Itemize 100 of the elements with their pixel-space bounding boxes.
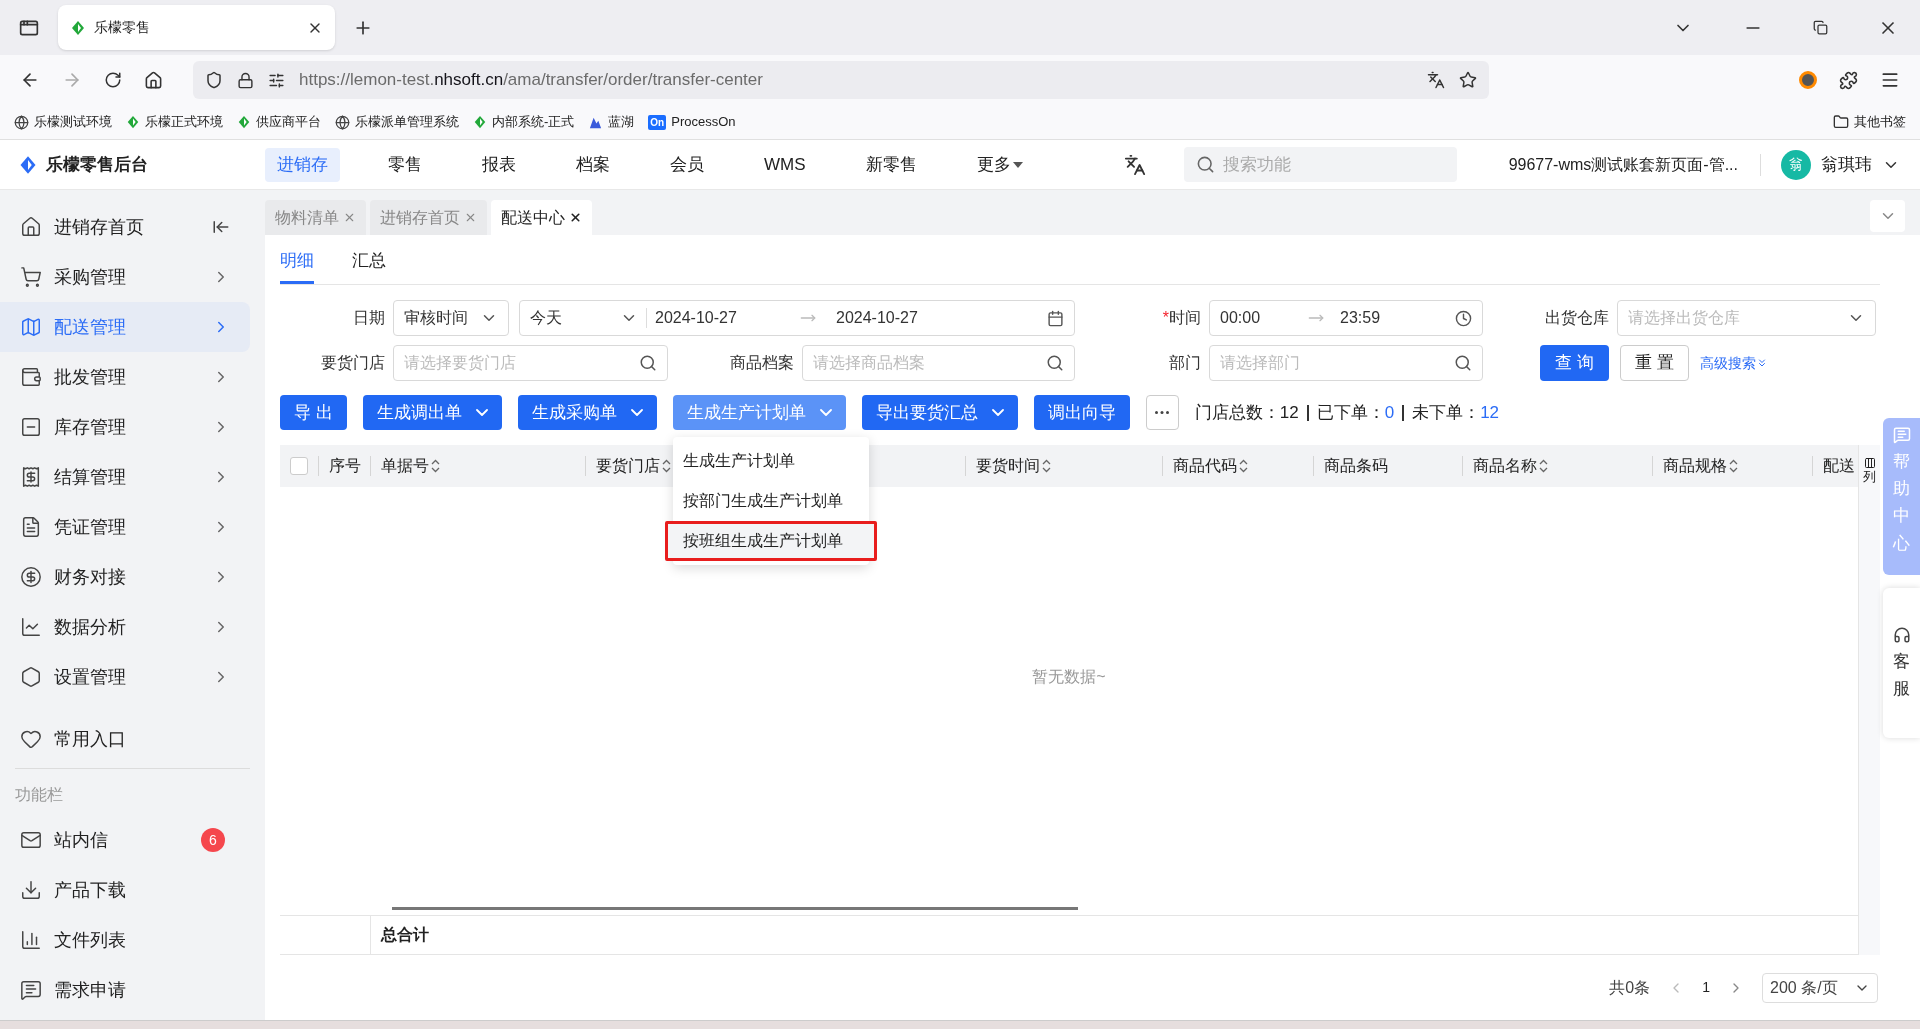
column-header[interactable]: 商品名称	[1473, 456, 1548, 476]
sidebar-item[interactable]: 产品下载	[0, 865, 250, 915]
sidebar-item[interactable]: 凭证管理	[0, 502, 250, 552]
column-header[interactable]: 序号	[329, 456, 361, 476]
restore-icon[interactable]	[1813, 20, 1828, 35]
total-count: 共0条	[1609, 977, 1651, 998]
column-settings-button[interactable]: 列	[1863, 457, 1876, 484]
sidebar-item[interactable]: 批发管理	[0, 352, 250, 402]
translate-icon[interactable]	[1427, 71, 1445, 89]
menu-icon[interactable]	[1880, 70, 1900, 90]
menu-item[interactable]: 按班组生成生产计划单	[664, 521, 877, 561]
column-header[interactable]: 商品条码	[1324, 456, 1388, 476]
bookmark-link[interactable]: 乐檬测试环境	[14, 112, 112, 132]
line-chart-icon	[20, 616, 42, 638]
document-icon	[20, 516, 42, 538]
user-avatar: 翁	[1781, 149, 1811, 180]
nav-tab[interactable]: 会员	[658, 147, 716, 182]
home-icon	[20, 216, 42, 238]
time-range-field[interactable]: 00:00 23:59	[1209, 300, 1483, 336]
field-label: 时间	[1169, 308, 1201, 328]
profile-icon[interactable]	[1799, 71, 1817, 89]
site-favicon-icon	[70, 19, 86, 36]
reset-button[interactable]: 重 置	[1620, 345, 1689, 381]
bookmark-link[interactable]: 内部系统-正式	[473, 112, 575, 132]
column-header[interactable]: 单据号	[381, 456, 440, 476]
nav-tab[interactable]: 更多	[964, 147, 1035, 182]
sidebar-item[interactable]: 库存管理	[0, 402, 250, 452]
close-icon[interactable]	[569, 211, 582, 224]
bookmark-link[interactable]: 乐檬正式环境	[126, 112, 223, 132]
date-type-select[interactable]: 审核时间	[393, 300, 509, 336]
calendar-icon	[1047, 309, 1064, 327]
sidebar-item[interactable]: 数据分析	[0, 602, 250, 652]
bookmark-star-icon[interactable]	[1459, 71, 1477, 89]
sidebar-item[interactable]: 常用入口	[0, 714, 265, 764]
column-header[interactable]: 商品规格	[1663, 456, 1738, 476]
translate-icon[interactable]	[1123, 153, 1146, 176]
extensions-icon[interactable]	[1839, 70, 1858, 90]
other-bookmarks-link[interactable]: 其他书签	[1833, 112, 1906, 132]
sidebar-item[interactable]: 设置管理	[0, 652, 250, 702]
sidebar-item[interactable]: 站内信 6	[0, 815, 250, 865]
mail-icon	[20, 829, 42, 851]
page-tab[interactable]: 配送中心	[491, 200, 592, 235]
bookmark-link[interactable]: 乐檬派单管理系统	[335, 112, 459, 132]
sidebar-item[interactable]: 结算管理	[0, 452, 250, 502]
nav-tab[interactable]: 新零售	[853, 147, 929, 182]
sidebar-item[interactable]: 进销存首页	[0, 202, 250, 252]
toolbar-button[interactable]: 生成采购单	[517, 395, 657, 430]
toolbar-button[interactable]: 调出向导	[1033, 395, 1130, 430]
nav-tab[interactable]: 报表	[470, 147, 528, 182]
sidebar-item[interactable]: 需求申请	[0, 965, 250, 1015]
permissions-icon[interactable]	[268, 71, 285, 89]
folder-icon	[1833, 114, 1849, 130]
hexagon-icon	[20, 666, 42, 688]
bookmark-link[interactable]: 供应商平台	[237, 112, 321, 132]
bookmark-link[interactable]: 蓝湖	[588, 112, 635, 132]
field-label: 部门	[1169, 353, 1201, 373]
address-bar[interactable]: https://lemon-test.nhsoft.cn/ama/transfer/order/transfer-center	[193, 61, 1489, 99]
menu-item[interactable]: 生成生产计划单	[672, 441, 869, 481]
advanced-search-link[interactable]: 高级搜索	[1700, 352, 1768, 374]
menu-item[interactable]: 按部门生成生产计划单	[672, 481, 869, 521]
date-range-field[interactable]: 今天 2024-10-27 2024-10-27	[519, 300, 1075, 336]
page-number[interactable]: 1	[1702, 977, 1710, 998]
sidebar-item[interactable]: 文件列表	[0, 915, 250, 965]
leaf-icon	[126, 115, 140, 129]
bookmark-link[interactable]: On ProcessOn	[648, 112, 736, 132]
toolbar-button[interactable]: 导 出	[280, 395, 347, 430]
column-header[interactable]: 要货时间	[976, 456, 1051, 476]
query-button[interactable]: 查 询	[1540, 345, 1609, 381]
nav-tab[interactable]: WMS	[752, 147, 818, 182]
horizontal-scrollbar[interactable]	[392, 907, 1078, 910]
download-icon	[20, 879, 42, 901]
page-size-select[interactable]: 200 条/页	[1762, 972, 1878, 1003]
field-label: 出货仓库	[1545, 308, 1609, 328]
nav-tab[interactable]: 零售	[376, 147, 434, 182]
sidebar-item[interactable]: 财务对接	[0, 552, 250, 602]
wallet-icon	[20, 366, 42, 388]
nav-tab[interactable]: 进销存	[265, 147, 340, 182]
globe-icon	[335, 114, 350, 130]
lock-icon[interactable]	[237, 71, 254, 89]
sub-tab[interactable]: 汇总	[352, 247, 386, 284]
collapse-icon[interactable]	[212, 218, 230, 236]
account-name[interactable]: 99677-wms测试账套新页面-管...	[1508, 152, 1738, 177]
user-name[interactable]: 翁琪玮	[1821, 151, 1872, 178]
message-icon	[1892, 426, 1911, 444]
column-header[interactable]: 要货门店	[596, 456, 671, 476]
nav-tab[interactable]: 档案	[564, 147, 622, 182]
select-all-checkbox[interactable]	[290, 457, 308, 475]
sidebar-item[interactable]: 采购管理	[0, 252, 250, 302]
browser-tab[interactable]: 乐檬零售	[58, 5, 335, 50]
column-header[interactable]: 配送	[1823, 456, 1855, 476]
toolbar-button[interactable]: 导出要货汇总	[861, 395, 1018, 430]
sub-tab[interactable]: 明细	[280, 247, 314, 284]
home-icon[interactable]	[144, 70, 163, 90]
customer-service-button[interactable]: 客服	[1883, 588, 1920, 738]
reload-icon[interactable]	[104, 71, 122, 89]
toolbar-button[interactable]: 生成调出单	[362, 395, 502, 430]
shield-icon[interactable]	[205, 71, 223, 89]
column-header[interactable]: 商品代码	[1173, 456, 1248, 476]
sidebar-item[interactable]: 配送管理	[0, 302, 250, 352]
map-icon	[20, 316, 42, 338]
